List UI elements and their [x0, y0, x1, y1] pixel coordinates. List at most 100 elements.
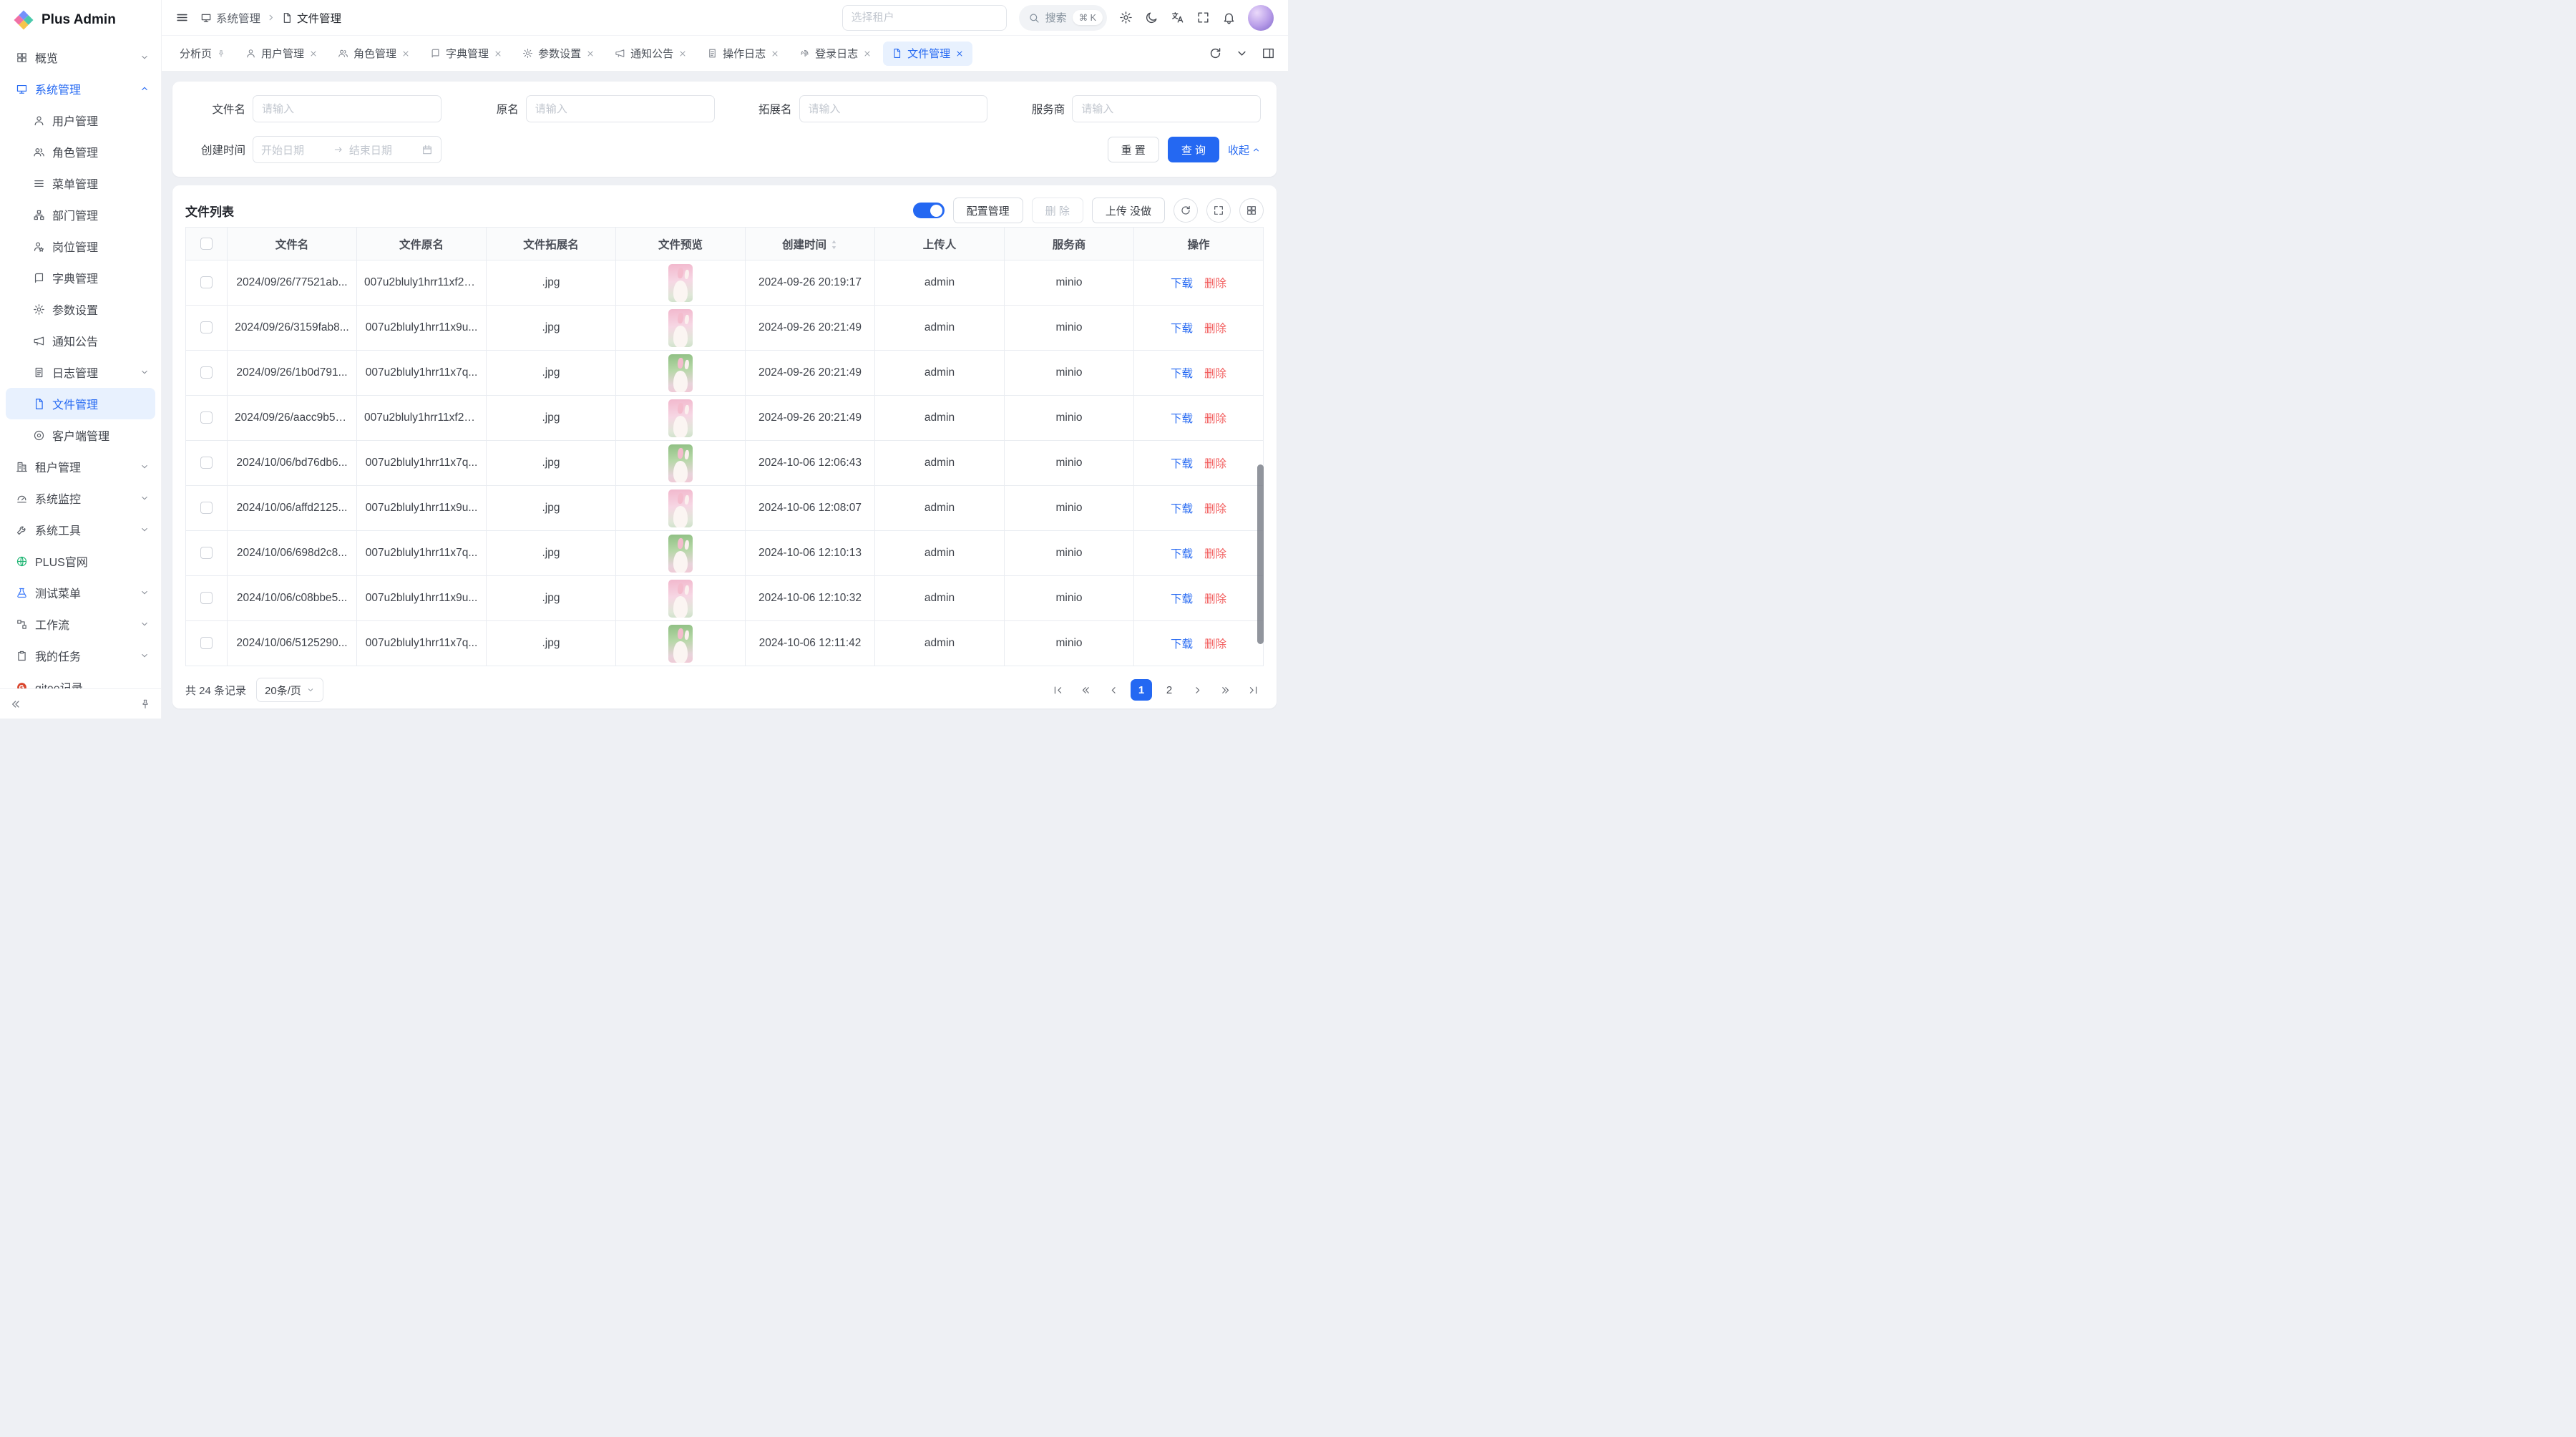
page-button-1[interactable]: 1 [1131, 679, 1152, 701]
row-checkbox[interactable] [200, 547, 213, 559]
upload-button[interactable]: 上传 没做 [1092, 198, 1165, 223]
sidebar-item-posts[interactable]: 岗位管理 [0, 230, 161, 262]
close-tab-icon[interactable] [863, 49, 872, 58]
settings-gear-button[interactable] [1119, 11, 1133, 24]
first-page-button[interactable] [1047, 679, 1068, 701]
reset-button[interactable]: 重 置 [1108, 137, 1159, 162]
breadcrumb-item-files[interactable]: 文件管理 [281, 10, 341, 26]
file-preview-image[interactable] [668, 580, 693, 618]
sort-carets-icon[interactable] [830, 239, 838, 250]
table-scrollbar-thumb[interactable] [1257, 464, 1264, 645]
file-preview-image[interactable] [668, 535, 693, 573]
content-layout-button[interactable] [1262, 47, 1275, 60]
delete-link[interactable]: 删除 [1204, 548, 1226, 560]
sidebar-item-dicts[interactable]: 字典管理 [0, 262, 161, 293]
close-tab-icon[interactable] [678, 49, 687, 58]
pin-sidebar-button[interactable] [140, 698, 151, 710]
sidebar-item-tenants[interactable]: 租户管理 [0, 451, 161, 482]
sidebar-item-workflow[interactable]: 工作流 [0, 608, 161, 640]
dark-mode-toggle-button[interactable] [1145, 11, 1158, 24]
row-checkbox[interactable] [200, 637, 213, 649]
prev-page-button[interactable] [1103, 679, 1124, 701]
sidebar-item-depts[interactable]: 部门管理 [0, 199, 161, 230]
download-link[interactable]: 下载 [1171, 323, 1193, 335]
delete-selected-button[interactable]: 删 除 [1032, 198, 1083, 223]
tab-analysis[interactable]: 分析页 [171, 42, 234, 66]
sidebar-item-users[interactable]: 用户管理 [0, 104, 161, 136]
collapse-filters-link[interactable]: 收起 [1228, 142, 1261, 157]
row-checkbox[interactable] [200, 502, 213, 514]
close-tab-icon[interactable] [771, 49, 779, 58]
file-preview-image[interactable] [668, 625, 693, 663]
fullscreen-button[interactable] [1196, 11, 1210, 24]
file-preview-image[interactable] [668, 489, 693, 527]
delete-link[interactable]: 删除 [1204, 638, 1226, 651]
search-button[interactable]: 查 询 [1168, 137, 1219, 162]
sidebar-item-plus-site[interactable]: PLUS官网 [0, 545, 161, 577]
download-link[interactable]: 下载 [1171, 503, 1193, 515]
tab-options-chevron-button[interactable] [1235, 47, 1249, 60]
sidebar-item-gitee[interactable]: gitee记录 [0, 671, 161, 688]
delete-link[interactable]: 删除 [1204, 458, 1226, 470]
refresh-page-button[interactable] [1209, 47, 1222, 60]
row-checkbox[interactable] [200, 592, 213, 604]
download-link[interactable]: 下载 [1171, 278, 1193, 290]
row-checkbox[interactable] [200, 366, 213, 379]
sidebar-item-clients[interactable]: 客户端管理 [0, 419, 161, 451]
table-fullscreen-button[interactable] [1206, 198, 1231, 223]
sidebar-item-my-tasks[interactable]: 我的任务 [0, 640, 161, 671]
sidebar-item-logs[interactable]: 日志管理 [0, 356, 161, 388]
row-checkbox[interactable] [200, 457, 213, 469]
close-tab-icon[interactable] [494, 49, 502, 58]
delete-link[interactable]: 删除 [1204, 368, 1226, 380]
next-page-button[interactable] [1186, 679, 1208, 701]
sidebar-item-system[interactable]: 系统管理 [0, 73, 161, 104]
sidebar-item-monitoring[interactable]: 系统监控 [0, 482, 161, 514]
sidebar-item-tools[interactable]: 系统工具 [0, 514, 161, 545]
row-checkbox[interactable] [200, 321, 213, 333]
delete-link[interactable]: 删除 [1204, 593, 1226, 605]
download-link[interactable]: 下载 [1171, 368, 1193, 380]
sidebar-item-menus[interactable]: 菜单管理 [0, 167, 161, 199]
user-avatar[interactable] [1248, 5, 1274, 31]
close-tab-icon[interactable] [586, 49, 595, 58]
file-preview-image[interactable] [668, 354, 693, 392]
file-preview-image[interactable] [668, 399, 693, 437]
download-link[interactable]: 下载 [1171, 413, 1193, 425]
column-settings-button[interactable] [1239, 198, 1264, 223]
language-toggle-button[interactable] [1171, 11, 1184, 24]
page-button-2[interactable]: 2 [1158, 679, 1180, 701]
tab-notices[interactable]: 通知公告 [606, 42, 696, 66]
filter-input-original-name[interactable] [526, 95, 715, 122]
sidebar-item-test-menu[interactable]: 测试菜单 [0, 577, 161, 608]
close-tab-icon[interactable] [309, 49, 318, 58]
tab-roles[interactable]: 角色管理 [329, 42, 419, 66]
delete-link[interactable]: 删除 [1204, 413, 1226, 425]
sidebar-item-files[interactable]: 文件管理 [6, 388, 155, 419]
col-created-time[interactable]: 创建时间 [746, 228, 875, 260]
hamburger-menu-button[interactable] [175, 11, 189, 24]
config-manage-button[interactable]: 配置管理 [953, 198, 1023, 223]
tab-login-logs[interactable]: 登录日志 [791, 42, 880, 66]
notifications-bell-button[interactable] [1222, 11, 1236, 24]
tenant-select-input[interactable] [842, 5, 1007, 31]
global-search-button[interactable]: 搜索 ⌘ K [1019, 5, 1107, 31]
sidebar-item-params[interactable]: 参数设置 [0, 293, 161, 325]
filter-input-file-name[interactable] [253, 95, 441, 122]
jump-back-button[interactable] [1075, 679, 1096, 701]
breadcrumb-item-system[interactable]: 系统管理 [200, 10, 260, 26]
select-all-checkbox[interactable] [200, 238, 213, 250]
download-link[interactable]: 下载 [1171, 593, 1193, 605]
tab-files[interactable]: 文件管理 [883, 42, 972, 66]
download-link[interactable]: 下载 [1171, 458, 1193, 470]
last-page-button[interactable] [1242, 679, 1264, 701]
page-size-select[interactable]: 20条/页 [256, 678, 323, 702]
sidebar-item-overview[interactable]: 概览 [0, 42, 161, 73]
jump-forward-button[interactable] [1214, 679, 1236, 701]
file-preview-image[interactable] [668, 444, 693, 482]
tab-users[interactable]: 用户管理 [237, 42, 326, 66]
refresh-table-button[interactable] [1174, 198, 1198, 223]
file-preview-image[interactable] [668, 309, 693, 347]
close-tab-icon[interactable] [955, 49, 964, 58]
close-tab-icon[interactable] [401, 49, 410, 58]
